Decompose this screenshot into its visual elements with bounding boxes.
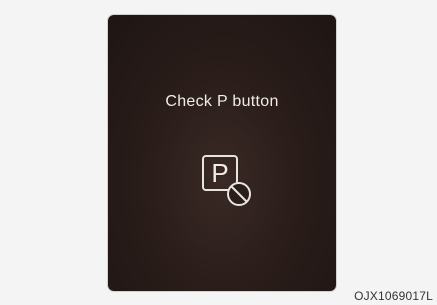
p-letter: P [211,158,228,188]
warning-message: Check P button [165,93,279,110]
p-button-prohibited-icon: P [199,152,259,212]
page: Check P button P OJX1069017L [0,0,437,305]
cluster-display: Check P button P [108,15,336,291]
figure-code: OJX1069017L [354,289,433,303]
p-button-icon-graphic: P [202,155,251,206]
